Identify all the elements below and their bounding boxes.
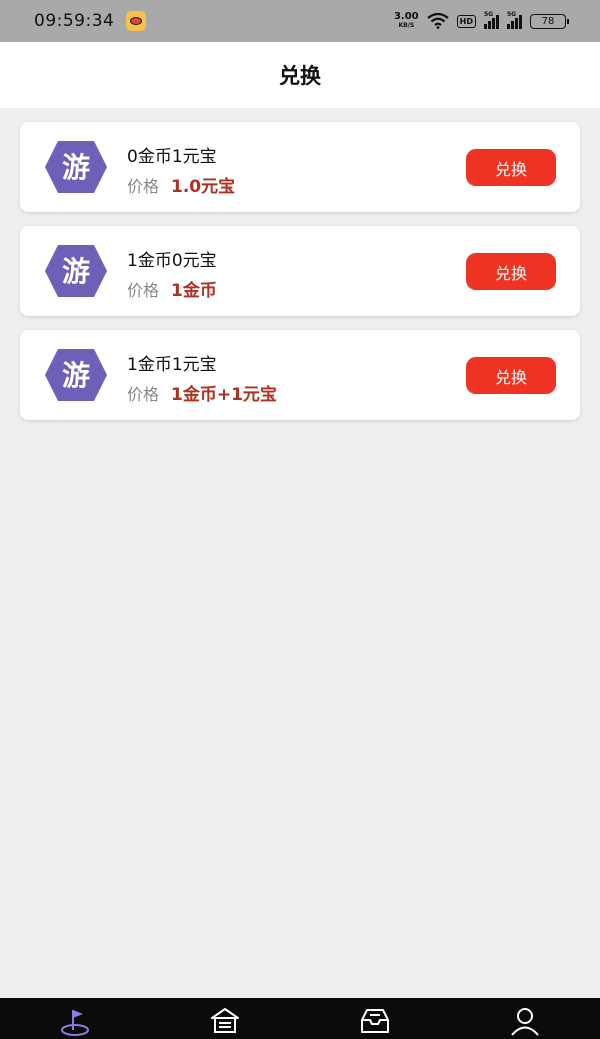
price-value: 1金币 xyxy=(171,281,217,301)
header: 兑换 xyxy=(0,42,600,108)
inbox-icon xyxy=(361,1009,389,1033)
nav-item-inbox[interactable] xyxy=(359,1006,391,1036)
item-price: 价格 1金币+1元宝 xyxy=(127,380,277,405)
item-price: 价格 1.0元宝 xyxy=(127,172,235,197)
status-time: 09:59:34 xyxy=(34,11,115,31)
exchange-item: 游 0金币1元宝 价格 1.0元宝 兑换 xyxy=(20,122,580,212)
hd-badge: HD xyxy=(456,14,476,28)
item-name: 1金币0元宝 xyxy=(127,251,217,271)
item-name: 1金币1元宝 xyxy=(127,355,217,375)
exchange-button[interactable]: 兑换 xyxy=(466,253,556,290)
wifi-icon xyxy=(426,13,449,29)
game-hexagon-icon: 游 xyxy=(45,349,107,401)
exchange-button[interactable]: 兑换 xyxy=(466,149,556,186)
user-icon xyxy=(511,1008,539,1036)
price-value: 1金币+1元宝 xyxy=(171,385,277,405)
nav-item-flag[interactable] xyxy=(59,1006,91,1036)
exchange-button[interactable]: 兑换 xyxy=(466,357,556,394)
svg-text:游: 游 xyxy=(62,359,90,392)
net-speed: 3.00 KB/S xyxy=(393,11,419,30)
price-label: 价格 xyxy=(127,177,160,196)
flag-icon xyxy=(61,1010,89,1036)
signal-icon-1: 5G xyxy=(484,11,499,29)
price-value: 1.0元宝 xyxy=(171,177,236,197)
item-name: 0金币1元宝 xyxy=(127,147,217,167)
status-indicators: 3.00 KB/S HD 5G 5G 78 xyxy=(393,11,569,30)
exchange-item: 游 1金币1元宝 价格 1金币+1元宝 兑换 xyxy=(20,330,580,420)
game-hexagon-icon: 游 xyxy=(45,141,107,193)
nav-item-home[interactable] xyxy=(209,1006,241,1036)
exchange-list: 游 0金币1元宝 价格 1.0元宝 兑换 游 1金币0元宝 价格 1金币 兑换 … xyxy=(20,122,580,434)
exchange-item: 游 1金币0元宝 价格 1金币 兑换 xyxy=(20,226,580,316)
nav-item-user[interactable] xyxy=(509,1006,541,1036)
item-price: 价格 1金币 xyxy=(127,276,217,301)
price-label: 价格 xyxy=(127,281,160,300)
price-label: 价格 xyxy=(127,385,160,404)
battery-icon: 78 xyxy=(530,13,569,29)
home-icon xyxy=(211,1008,239,1033)
svg-text:游: 游 xyxy=(62,151,90,184)
weibo-notification-icon xyxy=(126,11,147,31)
page-title: 兑换 xyxy=(279,64,321,88)
status-bar: 09:59:34 3.00 KB/S HD 5G 5G 78 xyxy=(0,0,600,42)
svg-text:游: 游 xyxy=(62,255,90,288)
signal-icon-2: 5G xyxy=(507,11,522,29)
bottom-nav xyxy=(0,998,600,1039)
game-hexagon-icon: 游 xyxy=(45,245,107,297)
